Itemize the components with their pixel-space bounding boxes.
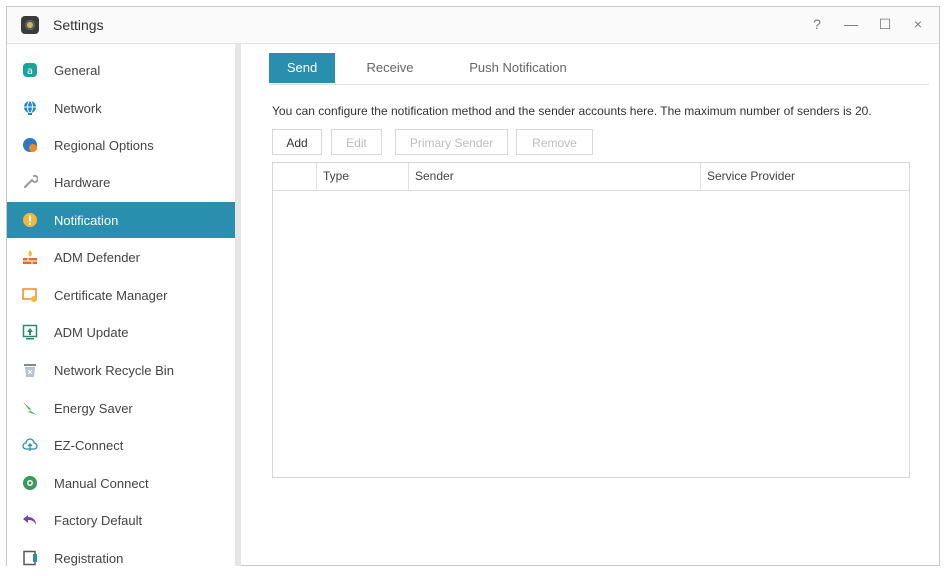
settings-window: Settings ? — ☐ × a General Network Regio… [6, 6, 940, 566]
sidebar-item-label: Certificate Manager [54, 287, 168, 303]
description-text: You can configure the notification metho… [272, 104, 872, 118]
undo-icon [22, 512, 38, 528]
sidebar: a General Network Regional Options Hardw… [7, 44, 235, 566]
connect-icon [22, 475, 38, 491]
sidebar-item-regional-options[interactable]: Regional Options [7, 127, 235, 163]
close-button[interactable]: × [906, 13, 930, 35]
sidebar-item-label: Hardware [54, 174, 111, 190]
sidebar-item-factory-default[interactable]: Factory Default [7, 502, 235, 538]
sidebar-item-adm-update[interactable]: ADM Update [7, 314, 235, 350]
sidebar-item-label: ADM Update [54, 324, 129, 340]
sidebar-item-label: EZ-Connect [54, 437, 124, 453]
tab-push-notification[interactable]: Push Notification [453, 53, 583, 83]
sidebar-item-label: General [54, 62, 101, 78]
sidebar-item-general[interactable]: a General [7, 52, 235, 88]
window-title: Settings [53, 17, 104, 33]
title-bar: Settings ? — ☐ × [7, 7, 939, 44]
sidebar-item-label: Notification [54, 212, 119, 228]
update-icon [22, 324, 38, 340]
service-provider-column-header[interactable]: Service Provider [701, 163, 909, 190]
type-column-header[interactable]: Type [317, 163, 409, 190]
sidebar-item-label: Network [54, 100, 102, 116]
sidebar-item-label: Manual Connect [54, 475, 149, 491]
wrench-icon [22, 174, 38, 190]
sidebar-item-notification[interactable]: Notification [7, 202, 235, 238]
sidebar-item-label: Registration [54, 550, 124, 566]
table-body [273, 191, 909, 477]
remove-button[interactable]: Remove [516, 129, 593, 155]
sidebar-item-registration[interactable]: Registration [7, 540, 235, 576]
registration-icon [22, 550, 38, 566]
certificate-icon [22, 287, 38, 303]
sidebar-item-label: Factory Default [54, 512, 143, 528]
notification-icon [22, 212, 38, 228]
sidebar-scrollbar[interactable] [235, 44, 241, 566]
sidebar-item-certificate-manager[interactable]: Certificate Manager [7, 277, 235, 313]
sidebar-item-ez-connect[interactable]: EZ-Connect [7, 427, 235, 463]
main-panel: Send Receive Push Notification You can c… [269, 44, 929, 566]
sidebar-item-network-recycle-bin[interactable]: Network Recycle Bin [7, 352, 235, 388]
tab-send[interactable]: Send [269, 53, 335, 83]
primary-sender-button[interactable]: Primary Sender [395, 129, 508, 155]
energy-icon [22, 400, 38, 416]
globe-icon [22, 100, 38, 116]
tab-divider [269, 84, 929, 85]
general-icon: a [22, 62, 38, 78]
sidebar-item-label: Regional Options [54, 137, 154, 153]
settings-app-icon [21, 16, 39, 34]
senders-table: Type Sender Service Provider [272, 162, 910, 478]
add-button[interactable]: Add [272, 129, 322, 155]
svg-text:a: a [27, 66, 33, 77]
select-column-header[interactable] [273, 163, 317, 190]
firewall-icon [22, 249, 38, 265]
cloud-icon [22, 437, 38, 453]
regional-icon [22, 137, 38, 153]
sidebar-item-hardware[interactable]: Hardware [7, 164, 235, 200]
sidebar-item-label: ADM Defender [54, 249, 140, 265]
minimize-button[interactable]: — [839, 13, 863, 35]
maximize-button[interactable]: ☐ [873, 13, 897, 35]
sidebar-item-adm-defender[interactable]: ADM Defender [7, 239, 235, 275]
sender-column-header[interactable]: Sender [409, 163, 701, 190]
sidebar-item-label: Network Recycle Bin [54, 362, 174, 378]
sidebar-item-label: Energy Saver [54, 400, 133, 416]
recycle-bin-icon [22, 362, 38, 378]
sidebar-item-manual-connect[interactable]: Manual Connect [7, 465, 235, 501]
tab-receive[interactable]: Receive [357, 53, 423, 83]
table-header: Type Sender Service Provider [273, 163, 909, 191]
sidebar-item-network[interactable]: Network [7, 90, 235, 126]
help-button[interactable]: ? [805, 13, 829, 35]
sidebar-item-energy-saver[interactable]: Energy Saver [7, 390, 235, 426]
edit-button[interactable]: Edit [331, 129, 382, 155]
